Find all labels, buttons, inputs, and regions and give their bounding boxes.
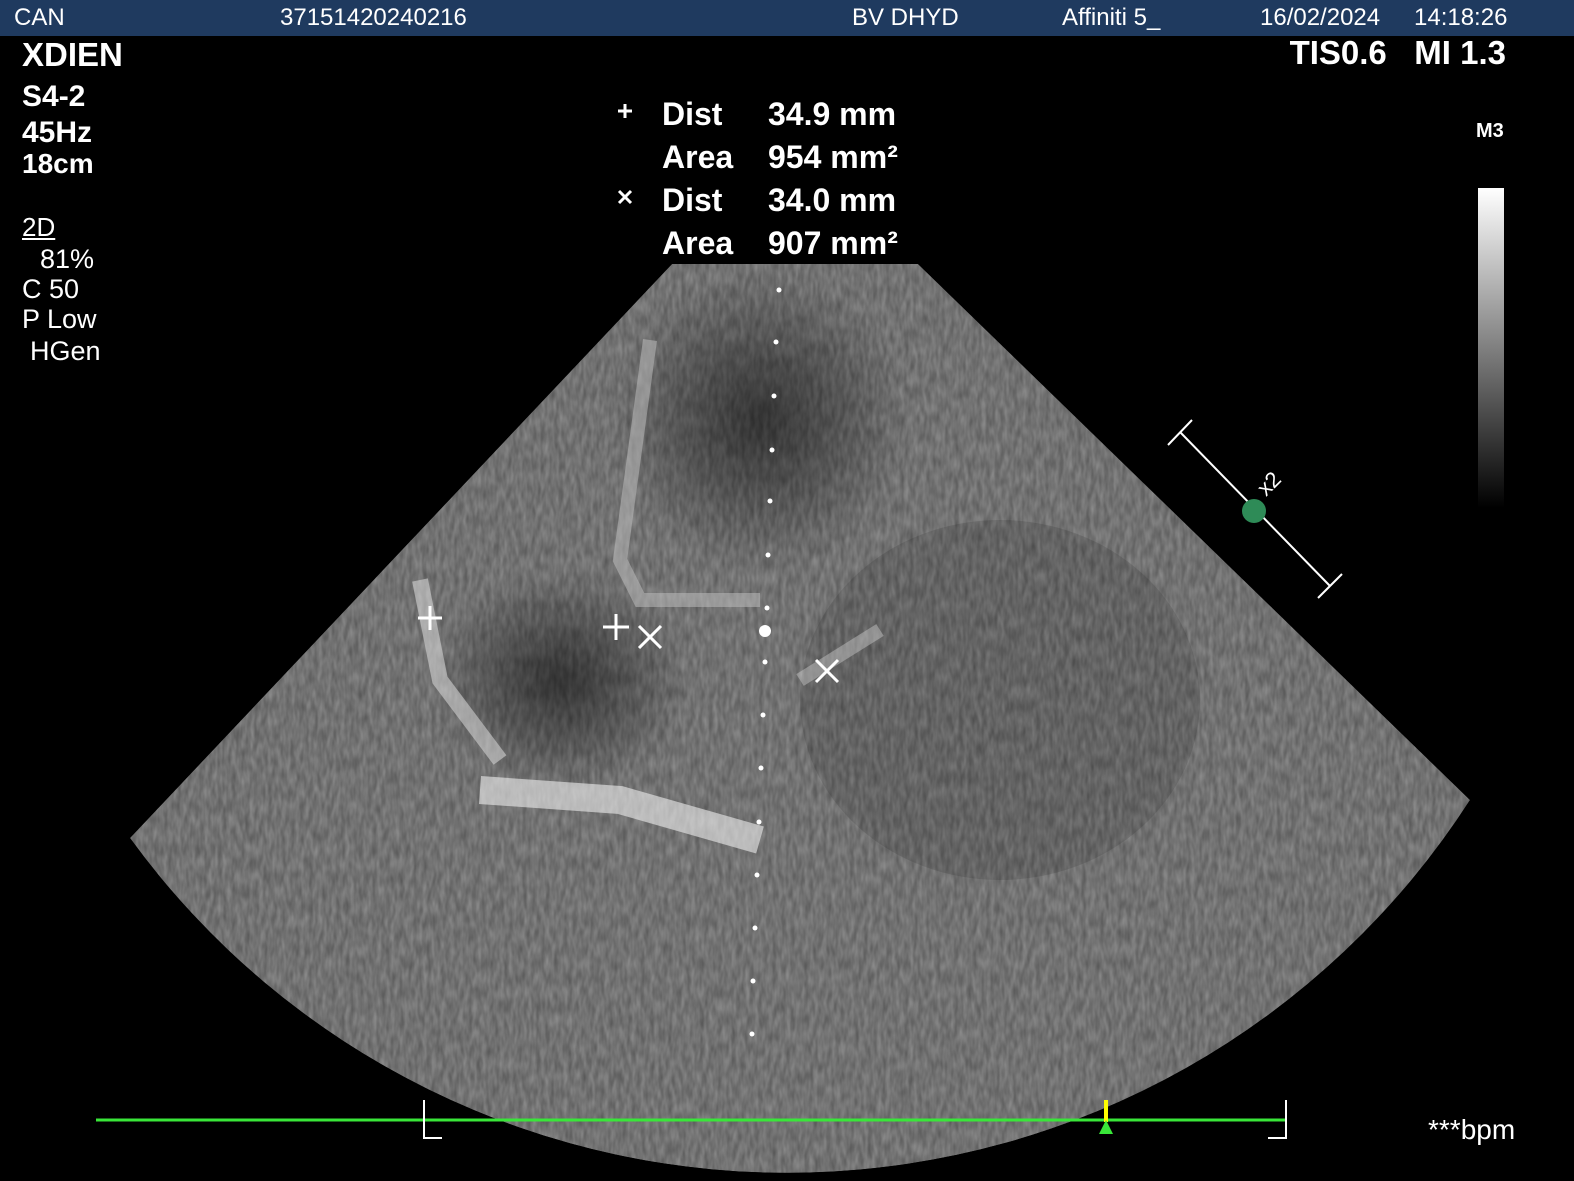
measurement-value: 954 mm² xyxy=(768,139,898,175)
zoom-label: x2 xyxy=(1252,466,1286,500)
heart-rate: ***bpm xyxy=(1428,1114,1516,1145)
measurement-row: Dist 34.0 mm xyxy=(610,180,930,222)
measurement-value: 34.0 mm xyxy=(768,182,897,218)
x-marker-icon xyxy=(617,189,633,205)
ecg-marker-arrow xyxy=(1099,1120,1113,1134)
measurement-label: Dist xyxy=(662,182,723,218)
zoom-handle xyxy=(1242,499,1266,523)
measurement-panel: Dist 34.9 mm Area 954 mm² Dist 34.0 mm A… xyxy=(610,94,930,274)
measurement-value: 34.9 mm xyxy=(768,96,897,132)
plus-marker-icon xyxy=(618,104,632,118)
ecg-trace xyxy=(96,1100,1287,1139)
measurement-label: Dist xyxy=(662,96,723,132)
measurement-row: Dist 34.9 mm xyxy=(610,94,930,136)
measurement-label: Area xyxy=(662,139,734,175)
measurement-label: Area xyxy=(662,225,734,261)
measurement-row: Area 954 mm² xyxy=(610,137,930,179)
measurement-row: Area 907 mm² xyxy=(610,223,930,265)
measurement-value: 907 mm² xyxy=(768,225,898,261)
